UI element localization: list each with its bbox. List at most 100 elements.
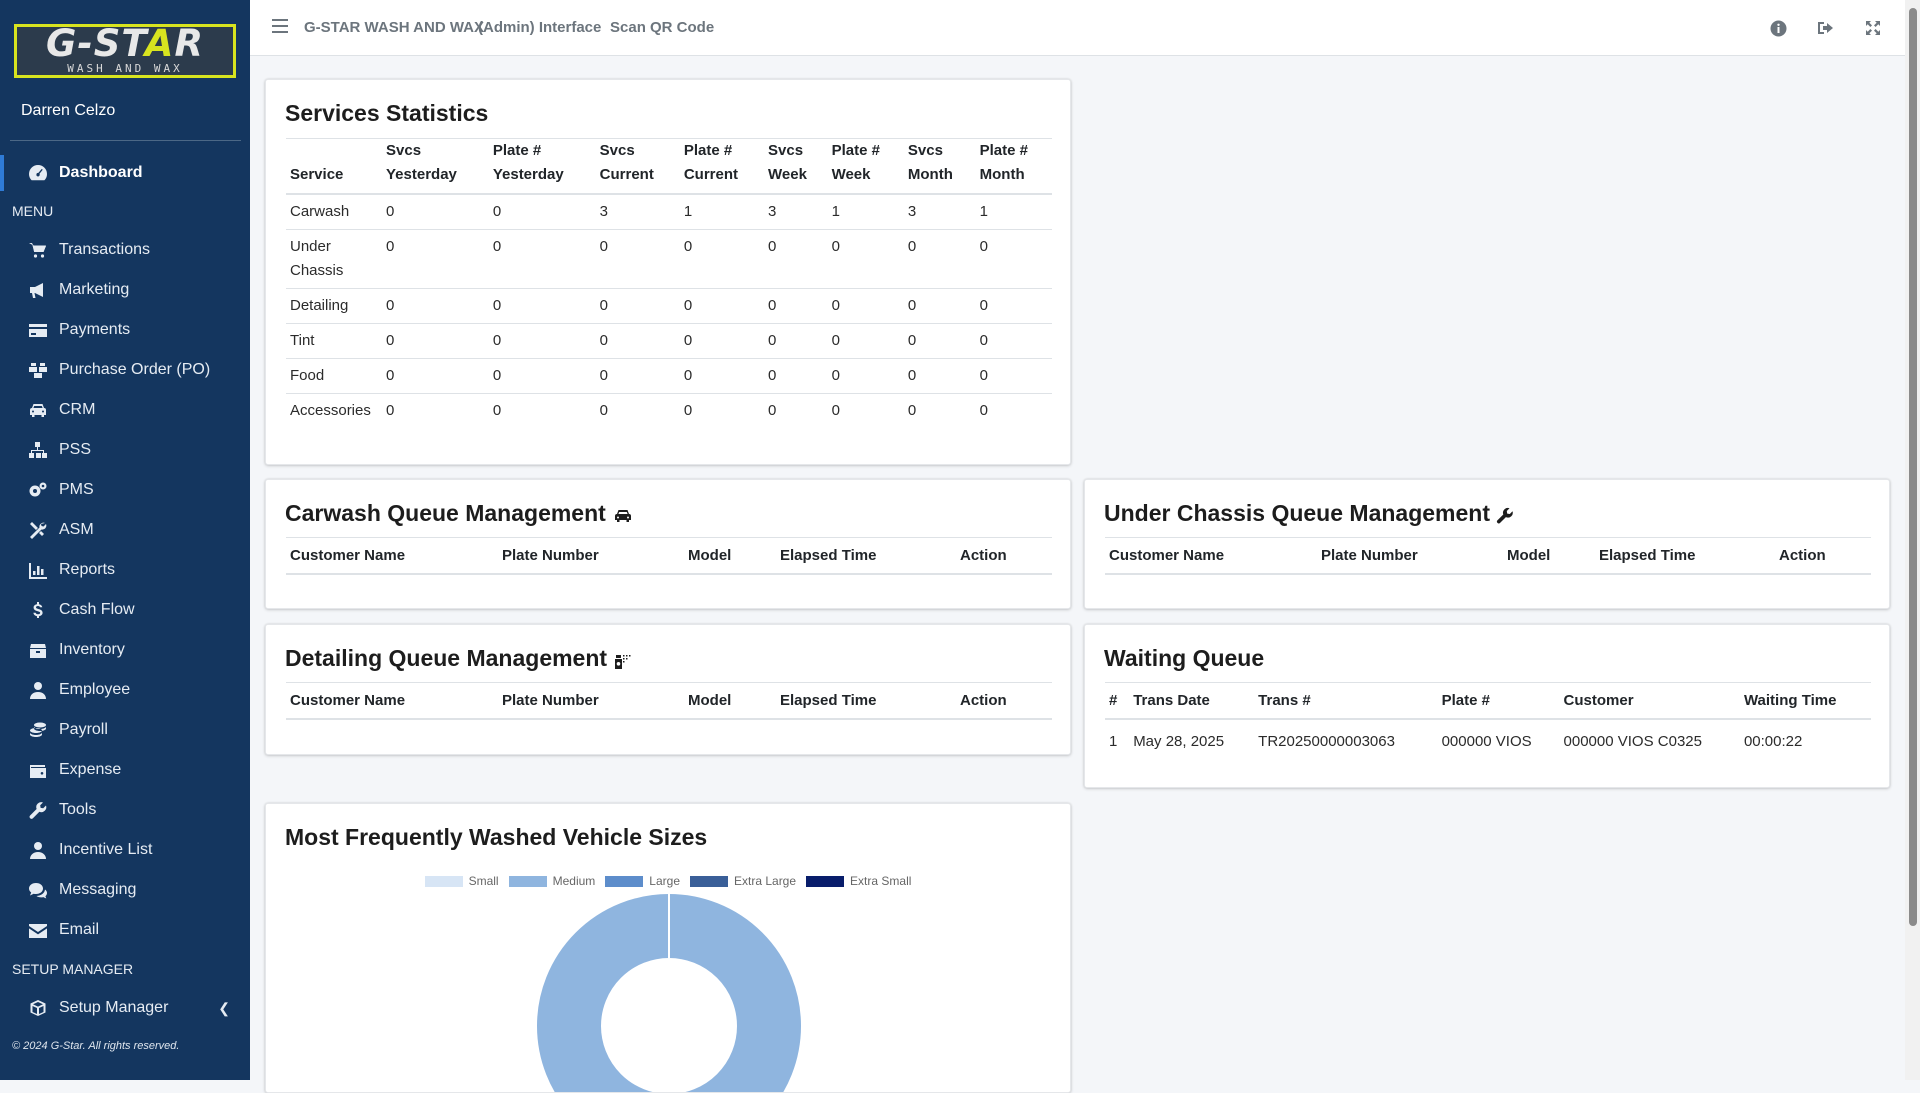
table-cell: 3 [599, 203, 608, 220]
waiting-queue-table: # Trans Date Trans # Plate # Customer Waiting… [1105, 682, 1871, 764]
table-cell: 0 [903, 323, 976, 359]
sidebar-item-transactions[interactable]: Transactions [0, 232, 250, 268]
sidebar-item-expense[interactable]: Expense [0, 752, 250, 788]
sidebar-item-pss[interactable]: PSS [0, 432, 250, 468]
table-cell: 0 [382, 323, 489, 359]
column-header: Model [684, 537, 776, 575]
column-header: Plate # Current [679, 138, 765, 195]
sidebar-item-inventory[interactable]: Inventory [0, 632, 250, 668]
sidebar-item-email[interactable]: Email [0, 912, 250, 948]
table-cell: 0 [827, 288, 904, 324]
carwash-queue-title: Carwash Queue Management [285, 500, 632, 527]
under-chassis-queue-card: Under Chassis Queue Management Customer … [1084, 479, 1890, 609]
table-cell: Tint [286, 323, 382, 359]
sidebar-item-incentive-list[interactable]: Incentive List [0, 832, 250, 868]
table-cell: 1 [831, 203, 840, 220]
sidebar-item-reports[interactable]: Reports [0, 552, 250, 588]
sidebar-item-marketing[interactable]: Marketing [0, 272, 250, 308]
table-cell: 0 [595, 358, 680, 394]
table-cell: 0 [764, 323, 828, 359]
donut-chart [537, 894, 801, 1092]
spray-bottle-icon [615, 654, 631, 669]
hamburger-menu-icon[interactable] [272, 19, 288, 35]
table-cell: Carwash [290, 203, 350, 220]
table-cell: Detailing [286, 288, 382, 324]
table-cell: 0 [827, 323, 904, 359]
topbar-scan-qr-link[interactable]: Scan QR Code [610, 19, 714, 36]
column-header: Elapsed Time [776, 682, 956, 720]
sidebar-item-payroll[interactable]: Payroll [0, 712, 250, 748]
table-cell: 1 [979, 203, 988, 220]
user-name[interactable]: Darren Celzo [21, 102, 115, 120]
sidebar-item-label: Transactions [59, 241, 150, 258]
table-row[interactable]: 1 May 28, 2025 TR20250000003063 000000 VIOS… [1105, 719, 1871, 764]
user-tie-icon [27, 681, 49, 700]
services-statistics-table: Service Svcs Yesterday Plate # Yesterday Svcs… [286, 138, 1052, 428]
sidebar-item-label: ASM [59, 521, 94, 538]
table-cell: 0 [492, 203, 502, 220]
page-scrollbar[interactable] [1905, 0, 1920, 1080]
column-header: Elapsed Time [776, 537, 956, 575]
sidebar-item-label: Employee [59, 681, 131, 698]
sidebar-item-messaging[interactable]: Messaging [0, 872, 250, 908]
column-header: Customer Name [1105, 537, 1317, 575]
wrench-icon [27, 801, 49, 820]
logout-icon[interactable] [1816, 18, 1836, 38]
column-header: Plate Number [498, 682, 684, 720]
table-row: Tint 0 0 0 0 0 0 0 0 [286, 323, 1052, 359]
column-header: Model [684, 682, 776, 720]
sidebar-item-tools[interactable]: Tools [0, 792, 250, 828]
wrench-icon [1496, 507, 1513, 523]
table-cell: 0 [764, 288, 828, 324]
tools-icon [27, 521, 49, 540]
table-cell: Accessories [286, 393, 382, 428]
info-icon[interactable] [1768, 18, 1788, 38]
comments-icon [27, 881, 49, 900]
chevron-left-icon[interactable]: ❮ [218, 1000, 230, 1017]
sidebar-item-payments[interactable]: Payments [0, 312, 250, 348]
table-row: Food 0 0 0 0 0 0 0 0 [286, 358, 1052, 394]
table-cell: 0 [764, 229, 828, 289]
column-header: Service [286, 138, 382, 195]
column-header: Customer Name [286, 682, 498, 720]
table-cell: 0 [827, 393, 904, 428]
column-header: Elapsed Time [1595, 537, 1775, 575]
sidebar-item-setup-manager[interactable]: Setup Manager ❮ [0, 990, 250, 1026]
sidebar: G-STAR WASH AND WAX Darren Celzo Dashboa… [0, 0, 250, 1080]
topbar-title-link[interactable]: G-STAR WASH AND WAX [304, 19, 484, 36]
tachometer-icon [27, 164, 49, 182]
fullscreen-icon[interactable] [1863, 18, 1883, 38]
gears-icon [27, 481, 49, 500]
table-cell: 0 [903, 358, 976, 394]
table-row: Accessories 0 0 0 0 0 0 0 0 [286, 393, 1052, 428]
credit-card-icon [27, 321, 49, 340]
table-cell: 0 [679, 288, 765, 324]
column-header: Customer [1559, 682, 1740, 720]
menu-section-header: MENU [12, 203, 54, 219]
boxes-icon [27, 361, 49, 380]
sidebar-item-label: Expense [59, 761, 122, 778]
column-header: Trans # [1254, 682, 1438, 720]
sidebar-item-label: Email [59, 921, 100, 938]
sidebar-item-crm[interactable]: CRM [0, 392, 250, 428]
table-cell: 0 [764, 358, 828, 394]
sidebar-item-purchase-order-po[interactable]: Purchase Order (PO) [0, 352, 250, 388]
column-header: Svcs Week [764, 138, 828, 195]
sidebar-item-asm[interactable]: ASM [0, 512, 250, 548]
sidebar-item-dashboard[interactable]: Dashboard [0, 155, 250, 191]
scrollbar-thumb[interactable] [1909, 8, 1917, 926]
envelope-icon [27, 921, 49, 940]
sidebar-item-employee[interactable]: Employee [0, 672, 250, 708]
column-header: Trans Date [1129, 682, 1255, 720]
table-cell: 0 [488, 393, 596, 428]
sidebar-item-label: Tools [59, 801, 97, 818]
column-header: Model [1503, 537, 1595, 575]
table-cell: 0 [595, 393, 680, 428]
table-cell: 0 [488, 323, 596, 359]
topbar-admin-link[interactable]: (Admin) Interface [478, 19, 601, 36]
table-cell: 1 [1109, 733, 1118, 750]
sidebar-item-pms[interactable]: PMS [0, 472, 250, 508]
sidebar-item-label: Reports [59, 561, 116, 578]
brand-logo[interactable]: G-STAR WASH AND WAX [14, 24, 236, 78]
sidebar-item-cash-flow[interactable]: Cash Flow [0, 592, 250, 628]
